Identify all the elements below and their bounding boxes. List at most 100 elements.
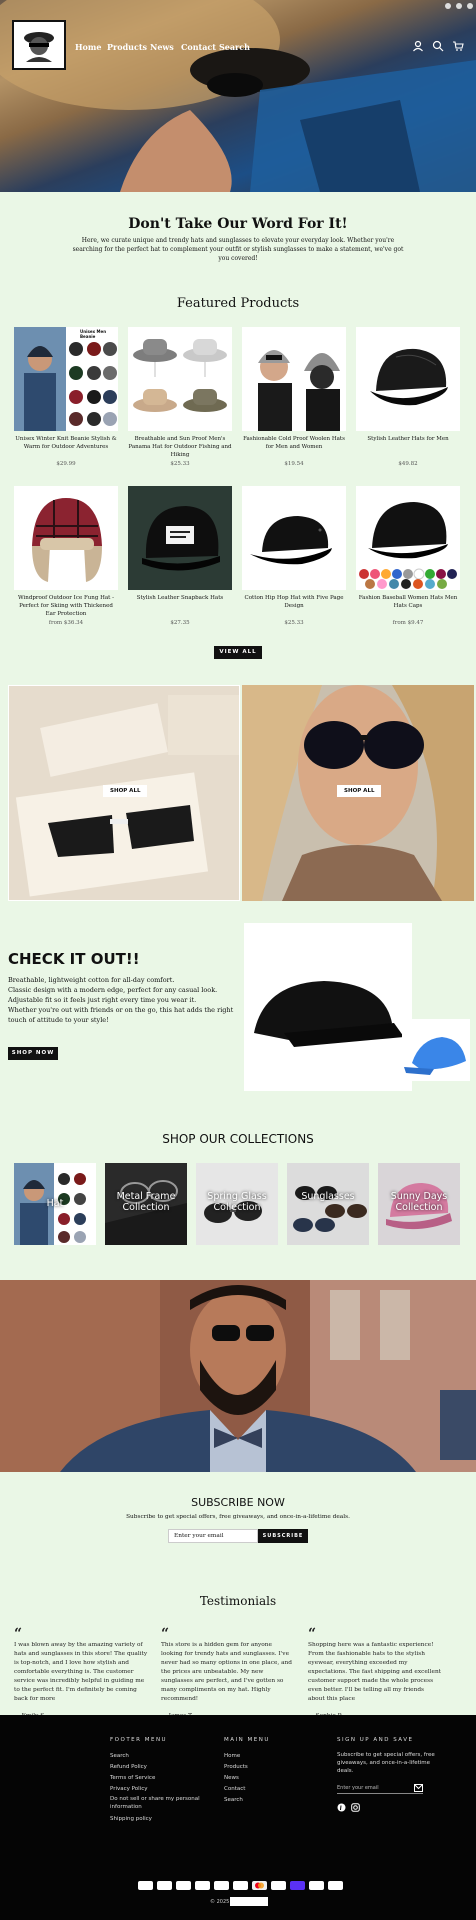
product-name[interactable]: Breathable and Sun Proof Men's Panama Ha… <box>128 435 232 461</box>
product-badge: Unisex Men Beanie <box>80 329 107 339</box>
product-image[interactable] <box>356 327 460 431</box>
footer-link[interactable]: Products <box>224 1762 248 1773</box>
hip-hop-hat-image <box>242 486 346 590</box>
collection-label[interactable]: Sunglasses <box>287 1191 369 1202</box>
product-image[interactable] <box>14 486 118 590</box>
collection-label[interactable]: Spring Glass Collection <box>196 1191 278 1213</box>
product-card[interactable]: Stylish Leather Hats for Men $49.82 <box>356 327 460 467</box>
product-name[interactable]: Fashion Baseball Women Hats Men Hats Cap… <box>356 594 460 620</box>
collections-title: SHOP OUR COLLECTIONS <box>162 1132 314 1146</box>
payment-icon-diners <box>176 1881 191 1890</box>
footer-link[interactable]: News <box>224 1773 248 1784</box>
subscribe-button[interactable]: SUBSCRIBE <box>258 1529 308 1543</box>
promo-woman-sunglasses[interactable]: SHOP ALL <box>242 685 474 901</box>
collection-spring-glass[interactable]: Spring Glass Collection <box>196 1163 278 1245</box>
product-card[interactable]: Windproof Outdoor Ice Fung Hat - Perfect… <box>14 486 118 626</box>
footer-link[interactable]: Privacy Policy <box>110 1784 220 1795</box>
hero-banner <box>0 0 476 192</box>
footer-menu-title: FOOTER MENU <box>110 1737 168 1743</box>
quote-icon: “ <box>14 1626 23 1642</box>
nav-search[interactable]: Search <box>219 42 250 52</box>
footer-email-input[interactable]: Enter your email <box>337 1782 423 1794</box>
collection-label[interactable]: Metal Frame Collection <box>105 1191 187 1213</box>
ear-flap-hat-image <box>14 486 118 590</box>
account-icon[interactable] <box>412 40 424 52</box>
footer-link[interactable]: Search <box>110 1751 220 1762</box>
footer-link[interactable]: Contact <box>224 1784 248 1795</box>
footer-link[interactable]: Terms of Service <box>110 1773 220 1784</box>
nav-home[interactable]: Home <box>75 42 101 52</box>
copyright-text: © 2025 <box>210 1899 230 1905</box>
subscribe-email-input[interactable]: Enter your email <box>168 1529 258 1543</box>
product-name[interactable]: Windproof Outdoor Ice Fung Hat - Perfect… <box>14 594 118 620</box>
footer-link[interactable]: Refund Policy <box>110 1762 220 1773</box>
instagram-icon[interactable] <box>351 1803 360 1812</box>
hero-photo <box>0 0 476 192</box>
product-image[interactable] <box>242 327 346 431</box>
checkout-description: Breathable, lightweight cotton for all-d… <box>8 975 238 1025</box>
footer-badge <box>230 1897 268 1906</box>
testimonial-card: “ I was blown away by the amazing variet… <box>14 1627 148 1721</box>
product-card[interactable]: Fashionable Cold Proof Woolen Hats for M… <box>242 327 346 467</box>
shop-now-button[interactable]: SHOP NOW <box>8 1047 58 1060</box>
footer-link[interactable]: Home <box>224 1751 248 1762</box>
product-name[interactable]: Unisex Winter Knit Beanie Stylish & Warm… <box>14 435 118 461</box>
nav-news[interactable]: News <box>150 42 174 52</box>
promo-sunglasses-box[interactable]: SHOP ALL <box>8 685 240 901</box>
product-image[interactable] <box>356 486 460 590</box>
collection-metal-frame[interactable]: Metal Frame Collection <box>105 1163 187 1245</box>
product-price: $19.54 <box>284 461 304 467</box>
testimonial-text: This store is a hidden gem for anyone lo… <box>161 1642 292 1702</box>
subscribe-title: SUBSCRIBE NOW <box>191 1496 285 1509</box>
payment-icon-visa <box>328 1881 343 1890</box>
quote-icon: “ <box>308 1626 317 1642</box>
product-card[interactable]: Breathable and Sun Proof Men's Panama Ha… <box>128 327 232 467</box>
product-price: $49.82 <box>398 461 418 467</box>
product-image[interactable] <box>242 486 346 590</box>
store-logo[interactable] <box>12 20 66 70</box>
payment-icon-amex <box>138 1881 153 1890</box>
collection-sunny-days[interactable]: Sunny Days Collection <box>378 1163 460 1245</box>
footer-link[interactable]: Shipping policy <box>110 1814 220 1825</box>
collection-hat[interactable]: Hat <box>14 1163 96 1245</box>
product-price: $25.33 <box>170 461 190 467</box>
product-card[interactable]: Fashion Baseball Women Hats Men Hats Cap… <box>356 486 460 626</box>
shop-all-button-left[interactable]: SHOP ALL <box>103 785 148 797</box>
product-card[interactable]: Cotton Hip Hop Hat with Five Page Design… <box>242 486 346 626</box>
intro-text: Here, we curate unique and trendy hats a… <box>72 237 404 262</box>
collection-sunglasses[interactable]: Sunglasses <box>287 1163 369 1245</box>
nav-products[interactable]: Products <box>107 42 147 52</box>
product-image[interactable] <box>128 327 232 431</box>
footer-link[interactable]: Search <box>224 1795 248 1806</box>
product-image[interactable]: Unisex Men Beanie <box>14 327 118 431</box>
site-footer: FOOTER MENU Search Refund Policy Terms o… <box>0 1715 476 1920</box>
collection-label[interactable]: Sunny Days Collection <box>378 1191 460 1213</box>
search-icon[interactable] <box>432 40 444 52</box>
testimonials-title: Testimonials <box>199 1594 277 1608</box>
checkout-title: CHECK IT OUT!! <box>8 950 140 968</box>
footer-link[interactable]: Do not sell or share my personal informa… <box>110 1795 220 1811</box>
email-submit-icon[interactable] <box>414 1784 423 1792</box>
view-all-button[interactable]: VIEW ALL <box>214 646 262 659</box>
panama-hat-image <box>128 327 232 431</box>
quote-icon: “ <box>161 1626 170 1642</box>
shop-all-button-right[interactable]: SHOP ALL <box>337 785 382 797</box>
nav-contact[interactable]: Contact <box>181 42 216 52</box>
product-name[interactable]: Stylish Leather Snapback Hats <box>128 594 232 620</box>
payment-icon-google-pay <box>214 1881 229 1890</box>
product-price: $29.99 <box>56 461 76 467</box>
product-image[interactable] <box>128 486 232 590</box>
product-card[interactable]: Unisex Men Beanie Unisex Winter Knit Bea… <box>14 327 118 467</box>
collection-label[interactable]: Hat <box>14 1198 96 1209</box>
checkout-line: Adjustable fit so it feels just right ev… <box>8 996 197 1004</box>
checkout-line: Whether you're out with friends or on th… <box>8 1006 234 1024</box>
product-name[interactable]: Stylish Leather Hats for Men <box>356 435 460 461</box>
product-price: from $9.47 <box>392 620 424 626</box>
cart-icon[interactable] <box>452 40 464 52</box>
featured-cap-image[interactable] <box>244 923 470 1091</box>
product-card[interactable]: Stylish Leather Snapback Hats $27.35 <box>128 486 232 626</box>
product-name[interactable]: Fashionable Cold Proof Woolen Hats for M… <box>242 435 346 461</box>
product-name[interactable]: Cotton Hip Hop Hat with Five Page Design <box>242 594 346 620</box>
pinterest-icon[interactable] <box>337 1803 346 1812</box>
window-dot <box>467 3 473 9</box>
